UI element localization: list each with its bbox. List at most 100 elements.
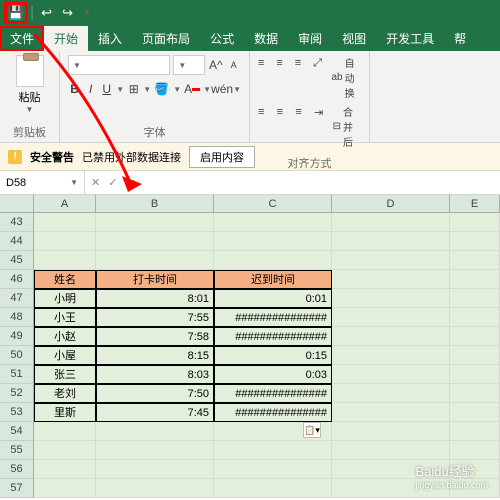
- cell[interactable]: [96, 232, 214, 251]
- cell[interactable]: [332, 213, 450, 232]
- row-header[interactable]: 43: [0, 213, 34, 232]
- tab-review[interactable]: 审阅: [288, 26, 332, 51]
- cell[interactable]: [214, 460, 332, 479]
- cell[interactable]: 老刘: [34, 384, 96, 403]
- cell[interactable]: ###############: [214, 308, 332, 327]
- cell[interactable]: [332, 346, 450, 365]
- cell[interactable]: 张三: [34, 365, 96, 384]
- fill-color-button[interactable]: 🪣: [154, 79, 170, 99]
- cell[interactable]: 小王: [34, 308, 96, 327]
- align-top-icon[interactable]: ≡: [258, 55, 270, 71]
- cell[interactable]: [450, 213, 500, 232]
- row-header[interactable]: 53: [0, 403, 34, 422]
- indent-icon[interactable]: ⇥: [314, 104, 327, 120]
- font-size-select[interactable]: ▼: [173, 55, 205, 75]
- cell[interactable]: [450, 289, 500, 308]
- cell[interactable]: [34, 441, 96, 460]
- cell[interactable]: [214, 232, 332, 251]
- cell[interactable]: [332, 441, 450, 460]
- cell[interactable]: 7:50: [96, 384, 214, 403]
- cell[interactable]: [34, 251, 96, 270]
- tab-developer[interactable]: 开发工具: [376, 26, 444, 51]
- undo-icon[interactable]: ↩: [41, 5, 52, 21]
- cell[interactable]: [96, 479, 214, 498]
- col-header[interactable]: A: [34, 195, 96, 212]
- tab-layout[interactable]: 页面布局: [132, 26, 200, 51]
- decrease-font-icon[interactable]: A: [226, 55, 241, 75]
- cell[interactable]: 7:55: [96, 308, 214, 327]
- cell[interactable]: 0:03: [214, 365, 332, 384]
- row-header[interactable]: 56: [0, 460, 34, 479]
- cell[interactable]: [450, 403, 500, 422]
- enable-content-button[interactable]: 启用内容: [189, 146, 255, 168]
- name-box[interactable]: D58▼: [0, 171, 85, 194]
- cell[interactable]: [450, 270, 500, 289]
- tab-view[interactable]: 视图: [332, 26, 376, 51]
- cell[interactable]: [332, 289, 450, 308]
- select-all-corner[interactable]: [0, 195, 34, 212]
- cell[interactable]: ###############: [214, 327, 332, 346]
- row-header[interactable]: 49: [0, 327, 34, 346]
- tab-home[interactable]: 开始: [44, 26, 88, 51]
- cell[interactable]: [96, 251, 214, 270]
- cell[interactable]: [450, 327, 500, 346]
- cell[interactable]: [34, 213, 96, 232]
- cell[interactable]: [332, 232, 450, 251]
- cell[interactable]: [332, 365, 450, 384]
- row-header[interactable]: 48: [0, 308, 34, 327]
- cell[interactable]: [214, 251, 332, 270]
- row-header[interactable]: 47: [0, 289, 34, 308]
- cell[interactable]: [96, 441, 214, 460]
- cell[interactable]: ###############: [214, 384, 332, 403]
- align-bottom-icon[interactable]: ≡: [295, 55, 307, 71]
- bold-button[interactable]: B: [68, 79, 81, 99]
- cell[interactable]: 7:58: [96, 327, 214, 346]
- cell[interactable]: [332, 270, 450, 289]
- col-header[interactable]: C: [214, 195, 332, 212]
- cell[interactable]: 📋▾: [214, 422, 332, 441]
- col-header[interactable]: D: [332, 195, 450, 212]
- cell[interactable]: [450, 384, 500, 403]
- cell[interactable]: 8:15: [96, 346, 214, 365]
- cell[interactable]: [214, 441, 332, 460]
- merge-button[interactable]: ⊟ 合并后: [333, 104, 361, 149]
- cell[interactable]: 打卡时间: [96, 270, 214, 289]
- align-right-icon[interactable]: ≡: [295, 104, 308, 120]
- cell[interactable]: [34, 460, 96, 479]
- cell[interactable]: [96, 460, 214, 479]
- underline-button[interactable]: U: [100, 79, 113, 99]
- align-middle-icon[interactable]: ≡: [276, 55, 288, 71]
- cell[interactable]: 7:45: [96, 403, 214, 422]
- paste-button[interactable]: 粘贴 ▼: [8, 55, 51, 114]
- tab-file[interactable]: 文件: [0, 26, 44, 51]
- row-header[interactable]: 54: [0, 422, 34, 441]
- redo-icon[interactable]: ↪: [62, 5, 73, 21]
- cell[interactable]: [332, 308, 450, 327]
- cell[interactable]: 迟到时间: [214, 270, 332, 289]
- cell[interactable]: ###############: [214, 403, 332, 422]
- increase-font-icon[interactable]: A^: [208, 55, 223, 75]
- wrap-text-button[interactable]: ab 自动换: [331, 55, 361, 100]
- row-header[interactable]: 51: [0, 365, 34, 384]
- italic-button[interactable]: I: [84, 79, 97, 99]
- cell[interactable]: 里斯: [34, 403, 96, 422]
- row-header[interactable]: 52: [0, 384, 34, 403]
- tab-insert[interactable]: 插入: [88, 26, 132, 51]
- cell[interactable]: [332, 251, 450, 270]
- row-header[interactable]: 55: [0, 441, 34, 460]
- cell[interactable]: [34, 479, 96, 498]
- cell[interactable]: [450, 422, 500, 441]
- cell[interactable]: [450, 365, 500, 384]
- cell[interactable]: [332, 384, 450, 403]
- col-header[interactable]: E: [450, 195, 500, 212]
- confirm-icon[interactable]: ✓: [108, 176, 117, 189]
- cell[interactable]: [450, 346, 500, 365]
- tab-formula[interactable]: 公式: [200, 26, 244, 51]
- cell[interactable]: [214, 213, 332, 232]
- row-header[interactable]: 50: [0, 346, 34, 365]
- cell[interactable]: 0:01: [214, 289, 332, 308]
- tab-data[interactable]: 数据: [244, 26, 288, 51]
- cell[interactable]: [34, 422, 96, 441]
- row-header[interactable]: 57: [0, 479, 34, 498]
- row-header[interactable]: 45: [0, 251, 34, 270]
